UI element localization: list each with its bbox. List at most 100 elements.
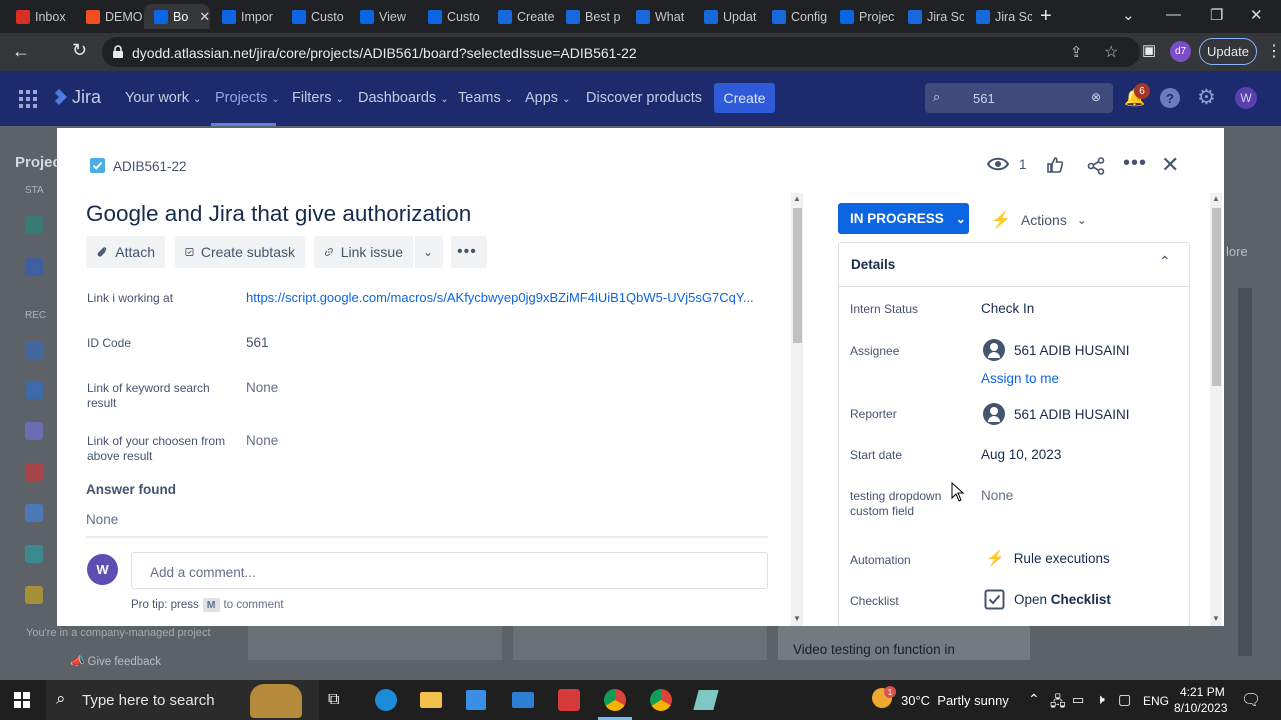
checklist-value[interactable]: Open Checklist [984,589,1111,610]
field-value-chosen-result[interactable]: None [246,433,278,448]
give-feedback-link[interactable]: 📣 Give feedback [70,654,161,668]
network-icon[interactable]: 🖧 [1050,691,1066,715]
scroll-up-arrow[interactable]: ▲ [1212,194,1220,203]
help-icon[interactable]: ? [1160,88,1180,108]
back-icon[interactable]: ← [12,41,30,62]
scroll-down-arrow[interactable]: ▼ [793,614,801,623]
settings-gear-icon[interactable]: ⚙ [1197,85,1216,110]
address-bar[interactable]: dyodd.atlassian.net/jira/core/projects/A… [102,37,1140,67]
page-scrollbar[interactable] [1238,288,1252,656]
volume-icon[interactable]: 🕨 [1096,691,1105,708]
browser-tab[interactable]: Jira Sc [966,4,1032,29]
board-card[interactable]: Video testing on function in [778,626,1030,660]
nav-discover-products[interactable]: Discover products [586,90,702,106]
mail-icon[interactable] [512,692,534,708]
minimize-icon[interactable]: — [1166,6,1181,23]
windows-start-icon[interactable] [14,692,30,708]
intern-status-value[interactable]: Check In [981,301,1034,316]
more-toolbar-button[interactable]: ••• [451,236,487,268]
app-red-icon[interactable] [558,689,580,711]
sidebar-project-icon[interactable] [25,463,43,481]
browser-tab[interactable]: Inbox [6,4,74,29]
weather-text[interactable]: 30°C Partly sunny [901,693,1009,708]
thumbs-up-icon[interactable] [1046,156,1064,174]
browser-tab[interactable]: Projec [830,4,896,29]
browser-tab[interactable]: Create [488,4,554,29]
browser-tab[interactable]: DEMO [76,4,142,29]
status-button[interactable]: IN PROGRESS ⌄ [838,203,969,234]
battery-icon[interactable]: ▭ [1072,692,1084,708]
browser-tab[interactable]: Impor [212,4,280,29]
notification-center-icon[interactable]: 🗨 [1241,690,1261,710]
browser-tab[interactable]: Config [762,4,828,29]
sidebar-project-icon[interactable] [25,216,43,234]
clock-date[interactable]: 8/10/2023 [1174,701,1227,715]
task-view-icon[interactable]: ⧉ [328,691,339,709]
chrome-icon[interactable] [650,689,672,711]
user-avatar[interactable]: W [1235,87,1257,109]
scroll-up-arrow[interactable]: ▲ [793,194,801,203]
right-scrollbar-thumb[interactable] [1212,208,1221,386]
browser-menu-icon[interactable]: ⋮ [1266,41,1281,61]
browser-tab[interactable]: Best p [556,4,624,29]
app-teal-icon[interactable] [693,690,719,710]
link-issue-button[interactable]: Link issue [314,236,413,268]
watch-button[interactable]: 1 [987,156,1027,172]
sidebar-project-icon[interactable] [25,381,43,399]
sidebar-project-icon[interactable] [25,586,43,604]
close-tab-icon[interactable]: ✕ [199,9,210,25]
automation-value[interactable]: ⚡ Rule executions [986,549,1110,567]
share-icon[interactable] [1087,157,1105,175]
update-button[interactable]: Update [1199,38,1257,65]
bookmark-star-icon[interactable]: ☆ [1104,42,1118,62]
create-button[interactable]: Create [714,83,775,113]
create-subtask-button[interactable]: Create subtask [175,236,305,268]
app-switcher-icon[interactable] [19,90,37,108]
clock-time[interactable]: 4:21 PM [1180,685,1225,699]
nav-apps[interactable]: Apps ⌄ [525,90,570,106]
start-date-value[interactable]: Aug 10, 2023 [981,447,1061,462]
browser-tab[interactable]: Jira Sc [898,4,964,29]
details-header[interactable]: Details ⌃ [839,243,1189,287]
field-value-id-code[interactable]: 561 [246,335,269,350]
browser-tab[interactable]: Bo ✕ [144,4,210,29]
assignee-value[interactable]: 561 ADIB HUSAINI [983,339,1130,361]
show-hidden-icons-icon[interactable]: ⌃ [1028,691,1040,708]
answer-found-value[interactable]: None [86,512,118,527]
jira-logo[interactable]: Jira [50,87,101,108]
comment-input[interactable]: Add a comment... [131,552,768,589]
reload-icon[interactable]: ↻ [72,40,87,61]
browser-tab[interactable]: Custo [418,4,486,29]
issue-title[interactable]: Google and Jira that give authorization [86,201,471,227]
assign-to-me-link[interactable]: Assign to me [981,371,1059,386]
more-link-fragment[interactable]: lore [1226,244,1248,259]
field-value-keyword-search[interactable]: None [246,380,278,395]
browser-tab[interactable]: Updat [694,4,760,29]
display-icon[interactable]: ▢ [1118,691,1131,708]
search-input[interactable]: ⌕ 561 ⊗ [925,83,1113,113]
clear-search-icon[interactable]: ⊗ [1091,90,1101,104]
restore-icon[interactable]: ❐ [1210,6,1223,24]
sidebar-project-icon[interactable] [25,341,43,359]
sidebar-project-icon[interactable] [25,422,43,440]
edge-icon[interactable] [375,689,397,711]
close-modal-icon[interactable]: ✕ [1161,152,1179,178]
store-icon[interactable] [466,690,486,710]
attach-button[interactable]: Attach [86,236,165,268]
browser-tab[interactable]: What [626,4,692,29]
language-indicator[interactable]: ENG [1143,694,1169,708]
sidebar-project-icon[interactable] [25,504,43,522]
left-scrollbar-thumb[interactable] [793,208,802,343]
close-window-icon[interactable]: ✕ [1250,6,1263,24]
collapse-chevron-icon[interactable]: ⌃ [1159,253,1171,270]
file-explorer-icon[interactable] [420,692,442,708]
nav-filters[interactable]: Filters ⌄ [292,90,344,106]
browser-tab[interactable]: Custo [282,4,348,29]
share-icon[interactable]: ⇪ [1070,43,1083,61]
nav-teams[interactable]: Teams ⌄ [458,90,513,106]
link-issue-dropdown[interactable]: ⌄ [415,236,443,268]
side-panel-icon[interactable]: ▣ [1142,41,1156,59]
sidebar-project-icon[interactable] [25,258,43,276]
more-actions-icon[interactable]: ••• [1123,152,1147,175]
new-tab-button[interactable]: + [1040,5,1052,28]
